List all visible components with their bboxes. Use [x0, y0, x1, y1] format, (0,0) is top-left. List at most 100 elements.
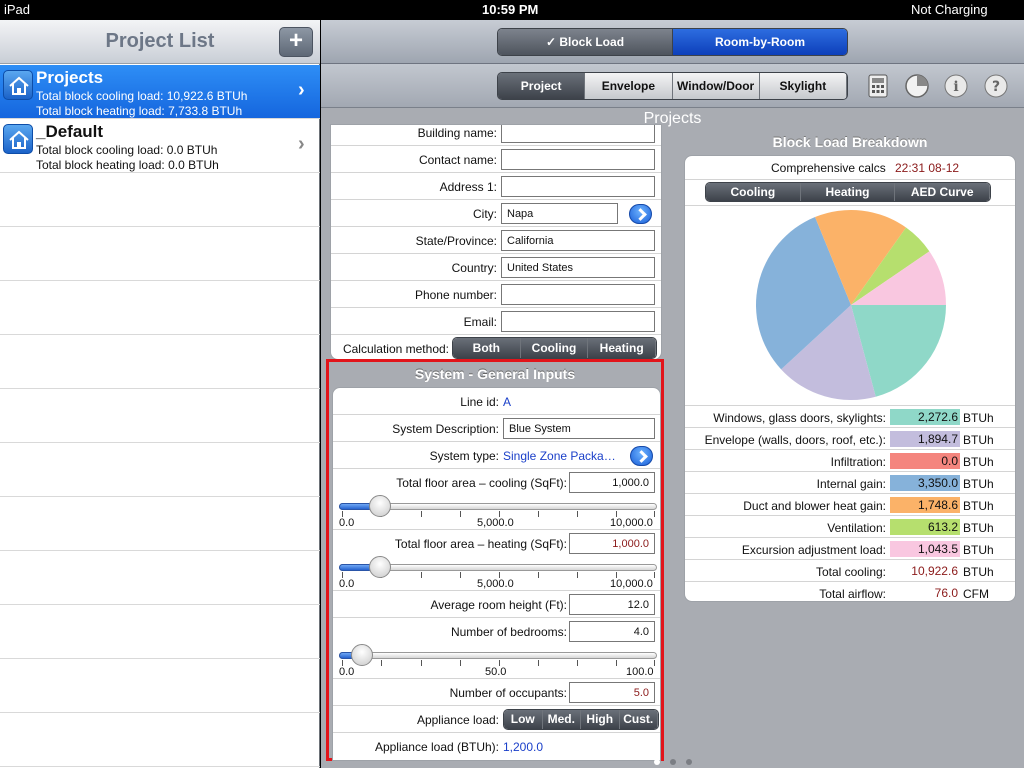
contact-name-input[interactable] [501, 149, 655, 170]
info-icon[interactable]: i [943, 73, 969, 99]
form-row: Building name: [331, 125, 661, 146]
calc-method-label: Calculation method: [342, 342, 449, 356]
occupants-input[interactable]: 5.0 [569, 682, 655, 703]
tab-cooling[interactable]: Cooling [706, 183, 801, 201]
building-name-input[interactable] [501, 125, 655, 143]
slider-thumb[interactable] [351, 644, 373, 666]
page-dot[interactable] [670, 759, 676, 765]
block-load-tab[interactable]: ✓ Block Load [498, 29, 673, 55]
breakdown-row: Windows, glass doors, skylights: 2,272.6 B… [685, 406, 1015, 428]
empty-row [0, 227, 320, 281]
breakdown-unit: BTUh [963, 477, 994, 491]
system-description-input[interactable]: Blue System [503, 418, 655, 439]
form-row: System Description: Blue System [333, 415, 660, 442]
calc-heating-option[interactable]: Heating [588, 338, 656, 358]
project-row-default[interactable]: _Default Total block cooling load: 0.0 B… [0, 119, 320, 173]
add-project-button[interactable]: + [279, 27, 313, 57]
battery-status: Not Charging [911, 2, 988, 17]
page-dot[interactable] [686, 759, 692, 765]
calc-both-option[interactable]: Both [453, 338, 521, 358]
breakdown-row: Envelope (walls, doors, roof, etc.): 1,89… [685, 428, 1015, 450]
breakdown-title: Block Load Breakdown [772, 134, 928, 150]
heating-area-slider[interactable] [339, 556, 657, 580]
tab-aed-curve[interactable]: AED Curve [895, 183, 990, 201]
slider-min-label: 0.0 [339, 517, 355, 529]
form-row: Appliance load (BTUh): 1,200.0 [333, 733, 660, 760]
calculator-icon[interactable] [865, 73, 891, 99]
slider-thumb[interactable] [369, 556, 391, 578]
breakdown-value: 1,894.7 [890, 431, 960, 447]
bedrooms-slider[interactable] [339, 644, 657, 668]
empty-row [0, 443, 320, 497]
bedrooms-input[interactable]: 4.0 [569, 621, 655, 642]
breakdown-row: Duct and blower heat gain: 1,748.6 BTUh [685, 494, 1015, 516]
project-cooling-load: Total block cooling load: 0.0 BTUh [36, 143, 218, 157]
field-label: Phone number: [414, 288, 497, 302]
tab-heating[interactable]: Heating [800, 183, 896, 201]
tab-skylight[interactable]: Skylight [759, 73, 847, 99]
svg-text:?: ? [992, 79, 1000, 95]
city-input[interactable]: Napa [501, 203, 618, 224]
pie-chart-icon[interactable] [904, 73, 930, 99]
breakdown-value: 0.0 [890, 453, 960, 469]
breakdown-unit: BTUh [963, 543, 994, 557]
occupants-label: Number of occupants: [449, 686, 567, 700]
form-row: Address 1: [331, 173, 661, 200]
calc-method-control: Both Cooling Heating [452, 337, 657, 359]
breakdown-label: Envelope (walls, doors, roof, etc.): [704, 433, 886, 447]
empty-row [0, 713, 320, 767]
appliance-high-option[interactable]: High [581, 710, 620, 729]
status-bar: iPad 10:59 PM Not Charging [0, 0, 1024, 20]
tab-window-door[interactable]: Window/Door [672, 73, 760, 99]
calc-cooling-option[interactable]: Cooling [520, 338, 589, 358]
help-icon[interactable]: ? [983, 73, 1009, 99]
breakdown-unit: BTUh [963, 499, 994, 513]
project-info-card: Building name: Contact name: Address 1: … [330, 124, 662, 360]
section-toolbar: Project Envelope Window/Door Skylight i … [321, 64, 1024, 108]
slider-thumb[interactable] [369, 495, 391, 517]
total-airflow-label: Total airflow: [819, 587, 886, 601]
breakdown-value: 1,043.5 [890, 541, 960, 557]
breakdown-unit: BTUh [963, 411, 994, 425]
city-detail-button[interactable] [629, 204, 652, 224]
country-input[interactable]: United States [501, 257, 655, 278]
system-type-label: System type: [429, 449, 499, 463]
state-input[interactable]: California [501, 230, 655, 251]
phone-input[interactable] [501, 284, 655, 305]
room-height-input[interactable]: 12.0 [569, 594, 655, 615]
breakdown-value: 2,272.6 [890, 409, 960, 425]
tab-envelope[interactable]: Envelope [585, 73, 673, 99]
heating-area-label: Total floor area – heating (SqFt): [394, 537, 567, 551]
form-row: Appliance load: Low Med. High Cust. [333, 706, 660, 733]
form-row: Email: [331, 308, 661, 335]
cooling-area-input[interactable]: 1,000.0 [569, 472, 655, 493]
breakdown-row: Internal gain: 3,350.0 BTUh [685, 472, 1015, 494]
breakdown-unit: BTUh [963, 433, 994, 447]
project-heating-load: Total block heating load: 7,733.8 BTUh [36, 104, 243, 118]
appliance-low-option[interactable]: Low [504, 710, 543, 729]
heating-area-input[interactable]: 1,000.0 [569, 533, 655, 554]
empty-row [0, 173, 320, 227]
total-cooling-unit: BTUh [963, 565, 994, 579]
project-row-projects[interactable]: Projects Total block cooling load: 10,92… [0, 65, 320, 119]
form-row: Calculation method: Both Cooling Heating [331, 335, 661, 359]
appliance-custom-option[interactable]: Cust. [619, 710, 658, 729]
address-input[interactable] [501, 176, 655, 197]
page-dot-active[interactable] [654, 759, 660, 765]
empty-row [0, 281, 320, 335]
total-airflow-row: Total airflow: 76.0 CFM [685, 582, 1015, 601]
email-input[interactable] [501, 311, 655, 332]
cooling-area-slider[interactable] [339, 495, 657, 519]
system-type-value[interactable]: Single Zone Packa… [503, 449, 616, 463]
tab-project[interactable]: Project [498, 73, 586, 99]
room-by-room-tab[interactable]: Room-by-Room [673, 29, 847, 55]
project-list-navbar: Project List + [0, 20, 320, 64]
pie-chart-area [685, 206, 1015, 406]
house-icon [3, 124, 33, 154]
form-row: State/Province: California [331, 227, 661, 254]
system-type-detail-button[interactable] [630, 446, 653, 466]
form-row: Country: United States [331, 254, 661, 281]
cooling-area-label: Total floor area – cooling (SqFt): [396, 476, 567, 490]
appliance-med-option[interactable]: Med. [542, 710, 581, 729]
mode-segmented-control: ✓ Block Load Room-by-Room [497, 28, 848, 56]
